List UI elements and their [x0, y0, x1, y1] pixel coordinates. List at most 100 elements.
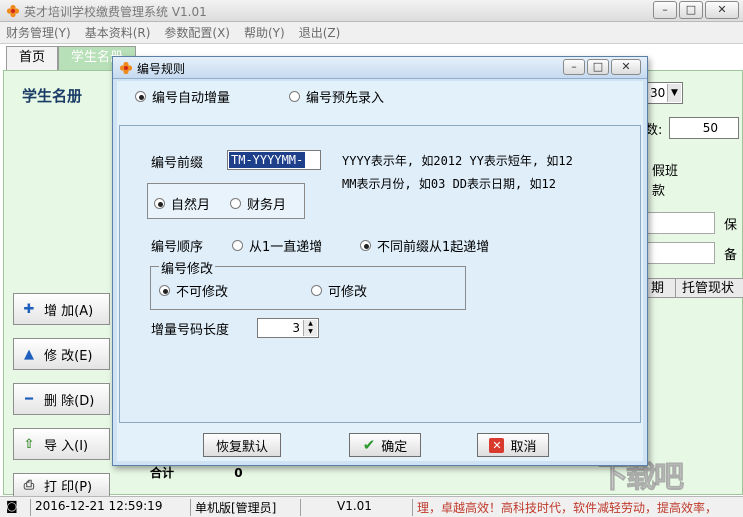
maximize-button[interactable]: □	[679, 1, 703, 19]
stepper-down-icon[interactable]: ▼	[304, 328, 317, 336]
edit-button-label: 修 改(E)	[44, 348, 93, 364]
order-continuous-label: 从1一直递增	[249, 240, 323, 255]
menu-finance[interactable]: 财务管理(Y)	[6, 22, 71, 43]
not-modifiable-radio[interactable]: 不可修改	[159, 281, 228, 300]
radio-selected-icon	[360, 240, 371, 251]
dialog-minimize-button[interactable]: –	[563, 59, 585, 75]
mode-preentry-radio[interactable]: 编号预先录入	[289, 87, 384, 106]
dialog-flower-icon	[119, 61, 133, 75]
main-window-controls: – □ ✕	[653, 1, 739, 19]
summary-row: 合计 0	[150, 464, 300, 482]
add-button[interactable]: ✚ 增 加(A)	[13, 293, 110, 325]
auto-increment-settings-panel: 编号前缀 TM-YYYYMM- YYYY表示年, 如2012 YY表示短年, 如…	[119, 125, 641, 423]
dialog-title-bar: 编号规则 – □ ✕	[113, 57, 647, 79]
minimize-button[interactable]: –	[653, 1, 677, 19]
prefix-hint-line-2: MM表示月份, 如03 DD表示日期, 如12	[342, 177, 556, 191]
dialog-body: 编号自动增量 编号预先录入 编号前缀 TM-YYYYMM- YYYY表示年, 如…	[117, 81, 643, 461]
modify-groupbox: 编号修改 不可修改 可修改	[150, 258, 466, 310]
fiscal-month-label: 财务月	[247, 198, 287, 213]
app-flower-icon	[6, 4, 20, 18]
cancel-label: 取消	[510, 439, 537, 455]
fiscal-month-radio[interactable]: 财务月	[230, 194, 286, 213]
menu-settings[interactable]: 参数配置(X)	[164, 22, 230, 43]
import-button-label: 导 入(I)	[44, 438, 89, 454]
ok-button[interactable]: ✔ 确定	[349, 433, 421, 457]
page-size-value: 30	[650, 86, 666, 100]
column-status[interactable]: 托管现状	[675, 279, 734, 298]
dropdown-arrow-icon[interactable]: ▼	[667, 84, 681, 102]
menu-basic-data[interactable]: 基本资料(R)	[85, 22, 151, 43]
restore-defaults-button[interactable]: 恢复默认	[203, 433, 281, 457]
mode-auto-label: 编号自动增量	[152, 91, 231, 106]
prefix-input[interactable]: TM-YYYYMM-	[227, 150, 321, 170]
status-marquee: 理，卓越高效！高科技时代，软件减轻劳动，提高效率，	[412, 499, 717, 516]
order-per-prefix-label: 不同前缀从1起递增	[377, 240, 490, 255]
dialog-title: 编号规则	[137, 62, 186, 76]
stepper-arrows[interactable]: ▲ ▼	[303, 320, 317, 336]
print-button[interactable]: ⎙ 打 印(P)	[13, 473, 110, 497]
status-datetime: 2016-12-21 12:59:19	[30, 499, 162, 516]
field-label-1: 保	[724, 218, 738, 233]
print-button-label: 打 印(P)	[44, 479, 93, 495]
dialog-window-controls: – □ ✕	[563, 59, 641, 75]
length-stepper[interactable]: 3 ▲ ▼	[257, 318, 319, 338]
main-title-bar: 英才培训学校缴费管理系统 V1.01 – □ ✕	[0, 0, 743, 22]
dialog-close-button[interactable]: ✕	[611, 59, 641, 75]
count-stepper[interactable]: 50	[669, 117, 739, 139]
natural-month-radio[interactable]: 自然月	[154, 194, 210, 213]
order-per-prefix-radio[interactable]: 不同前缀从1起递增	[360, 236, 489, 255]
menu-exit[interactable]: 退出(Z)	[299, 22, 341, 43]
radio-selected-icon	[159, 285, 170, 296]
summary-label: 合计	[150, 466, 175, 480]
status-user-icon: ◙	[6, 499, 18, 513]
modifiable-radio[interactable]: 可修改	[311, 281, 367, 300]
status-version: V1.01	[300, 499, 372, 516]
status-mode: 单机版[管理员]	[190, 499, 276, 516]
menu-help[interactable]: 帮助(Y)	[244, 22, 285, 43]
status-bar: ◙ 2016-12-21 12:59:19 单机版[管理员] V1.01 理，卓…	[0, 496, 743, 517]
prefix-hint-line-1: YYYY表示年, 如2012 YY表示短年, 如12	[342, 154, 573, 168]
menu-bar: 财务管理(Y) 基本资料(R) 参数配置(X) 帮助(Y) 退出(Z)	[0, 22, 743, 44]
stepper-up-icon[interactable]: ▲	[304, 320, 317, 328]
field-label-2: 备	[724, 248, 738, 263]
prefix-label: 编号前缀	[151, 156, 204, 171]
length-value: 3	[292, 321, 300, 335]
radio-unselected-icon	[230, 198, 241, 209]
mode-preentry-label: 编号预先录入	[306, 91, 385, 106]
natural-month-label: 自然月	[171, 198, 211, 213]
restore-defaults-label: 恢复默认	[215, 439, 268, 455]
ok-label: 确定	[381, 439, 408, 455]
radio-unselected-icon	[289, 91, 300, 102]
dialog-maximize-button[interactable]: □	[587, 59, 609, 75]
background-input-2[interactable]	[645, 242, 715, 264]
fee-label: 款	[652, 184, 666, 199]
cancel-x-icon: ✕	[489, 437, 505, 453]
radio-selected-icon	[154, 198, 165, 209]
page-title: 学生名册	[22, 87, 83, 105]
tab-home[interactable]: 首页	[6, 46, 59, 70]
prefix-value: TM-YYYYMM-	[229, 152, 306, 168]
edit-button[interactable]: ▲ 修 改(E)	[13, 338, 110, 370]
mode-auto-radio[interactable]: 编号自动增量	[135, 87, 230, 106]
month-type-group: 自然月 财务月	[147, 183, 305, 219]
cancel-button[interactable]: ✕ 取消	[477, 433, 549, 457]
printer-icon: ⎙	[23, 477, 35, 493]
count-value: 50	[702, 121, 718, 135]
page-size-select[interactable]: 30 ▼	[645, 82, 683, 104]
order-continuous-radio[interactable]: 从1一直递增	[232, 236, 322, 255]
delete-button[interactable]: ━ 删 除(D)	[13, 383, 110, 415]
close-button[interactable]: ✕	[705, 1, 739, 19]
radio-unselected-icon	[311, 285, 322, 296]
background-input-1[interactable]	[645, 212, 715, 234]
app-title: 英才培训学校缴费管理系统 V1.01	[24, 5, 207, 19]
length-label: 增量号码长度	[151, 323, 230, 338]
numbering-rules-dialog: 编号规则 – □ ✕ 编号自动增量 编号预先录入 编号前缀 TM-YYYYMM-…	[112, 56, 648, 466]
minus-icon: ━	[25, 391, 33, 407]
modify-group-title: 编号修改	[159, 258, 216, 277]
delete-button-label: 删 除(D)	[44, 393, 95, 409]
summary-value: 0	[234, 466, 243, 480]
vacation-label: 假班	[652, 164, 679, 179]
import-button[interactable]: ⇧ 导 入(I)	[13, 428, 110, 460]
import-icon: ⇧	[23, 436, 35, 452]
add-button-label: 增 加(A)	[44, 303, 94, 319]
